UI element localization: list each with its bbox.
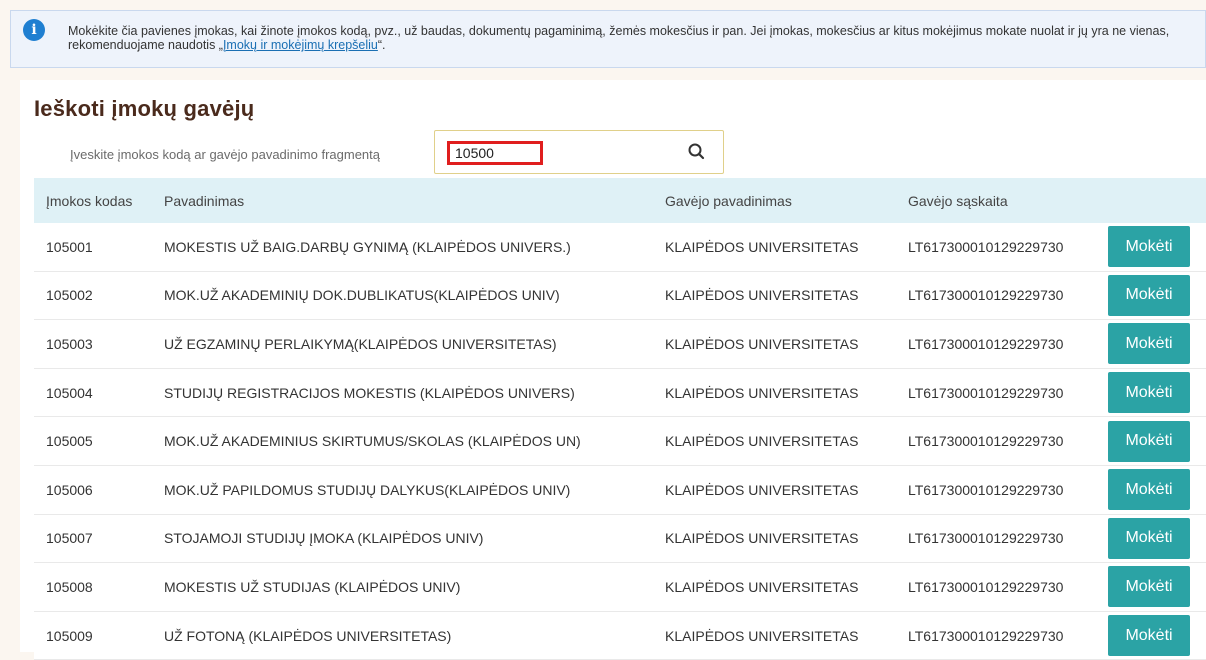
page-title: Ieškoti įmokų gavėjų	[34, 96, 255, 121]
cell-recipient: KLAIPĖDOS UNIVERSITETAS	[665, 384, 859, 401]
cell-recipient: KLAIPĖDOS UNIVERSITETAS	[665, 627, 859, 644]
info-icon: i	[23, 19, 45, 41]
cell-name: MOKESTIS UŽ BAIG.DARBŲ GYNIMĄ (KLAIPĖDOS…	[164, 238, 571, 255]
search-label: Įveskite įmokos kodą ar gavėjo pavadinim…	[70, 147, 380, 162]
table-row: 105001 MOKESTIS UŽ BAIG.DARBŲ GYNIMĄ (KLA…	[34, 223, 1206, 272]
pay-button[interactable]: Mokėti	[1108, 274, 1190, 316]
cell-action: Mokėti	[1108, 469, 1206, 511]
cell-code: 105006	[46, 481, 93, 498]
info-banner: i Mokėkite čia pavienes įmokas, kai žino…	[10, 10, 1206, 68]
cell-code: 105003	[46, 335, 93, 352]
info-text: Mokėkite čia pavienes įmokas, kai žinote…	[68, 24, 1198, 52]
cell-recipient: KLAIPĖDOS UNIVERSITETAS	[665, 238, 859, 255]
header-code: Įmokos kodas	[46, 192, 133, 209]
cell-code: 105009	[46, 627, 93, 644]
cell-name: MOK.UŽ AKADEMINIŲ DOK.DUBLIKATUS(KLAIPĖD…	[164, 287, 560, 304]
search-icon	[688, 143, 705, 160]
header-recipient: Gavėjo pavadinimas	[665, 192, 792, 209]
cell-recipient: KLAIPĖDOS UNIVERSITETAS	[665, 530, 859, 547]
table-row: 105009 UŽ FOTONĄ (KLAIPĖDOS UNIVERSITETAS…	[34, 611, 1206, 660]
cell-code: 105002	[46, 287, 93, 304]
cell-name: UŽ FOTONĄ (KLAIPĖDOS UNIVERSITETAS)	[164, 627, 452, 644]
cell-action: Mokėti	[1108, 420, 1206, 462]
cell-account: LT617300010129229730	[908, 238, 1064, 255]
cell-recipient: KLAIPĖDOS UNIVERSITETAS	[665, 433, 859, 450]
info-text-end: “.	[377, 38, 386, 52]
cell-name: STOJAMOJI STUDIJŲ ĮMOKA (KLAIPĖDOS UNIV)	[164, 530, 484, 547]
cell-account: LT617300010129229730	[908, 287, 1064, 304]
cell-account: LT617300010129229730	[908, 335, 1064, 352]
table-header: Įmokos kodas Pavadinimas Gavėjo pavadini…	[34, 178, 1206, 223]
pay-button[interactable]: Mokėti	[1108, 226, 1190, 268]
cell-action: Mokėti	[1108, 517, 1206, 559]
cell-name: MOK.UŽ PAPILDOMUS STUDIJŲ DALYKUS(KLAIPĖ…	[164, 481, 571, 498]
table-row: 105003 UŽ EGZAMINŲ PERLAIKYMĄ(KLAIPĖDOS U…	[34, 320, 1206, 369]
table-row: 105006 MOK.UŽ PAPILDOMUS STUDIJŲ DALYKUS(…	[34, 465, 1206, 515]
pay-button[interactable]: Mokėti	[1108, 372, 1190, 414]
table-row: 105002 MOK.UŽ AKADEMINIŲ DOK.DUBLIKATUS(K…	[34, 271, 1206, 321]
header-name: Pavadinimas	[164, 192, 245, 209]
pay-button[interactable]: Mokėti	[1108, 517, 1190, 559]
header-account: Gavėjo sąskaita	[908, 192, 1008, 209]
basket-link[interactable]: Įmokų ir mokėjimų krepšeliu	[223, 38, 378, 52]
cell-recipient: KLAIPĖDOS UNIVERSITETAS	[665, 287, 859, 304]
pay-button[interactable]: Mokėti	[1108, 420, 1190, 462]
table-row: 105007 STOJAMOJI STUDIJŲ ĮMOKA (KLAIPĖDOS…	[34, 514, 1206, 564]
search-button[interactable]	[685, 140, 709, 164]
cell-name: STUDIJŲ REGISTRACIJOS MOKESTIS (KLAIPĖDO…	[164, 384, 575, 401]
cell-action: Mokėti	[1108, 566, 1206, 608]
pay-button[interactable]: Mokėti	[1108, 566, 1190, 608]
table-body: 105001 MOKESTIS UŽ BAIG.DARBŲ GYNIMĄ (KLA…	[34, 223, 1206, 660]
table-row: 105004 STUDIJŲ REGISTRACIJOS MOKESTIS (KL…	[34, 368, 1206, 418]
cell-code: 105005	[46, 433, 93, 450]
cell-code: 105004	[46, 384, 93, 401]
cell-code: 105001	[46, 238, 93, 255]
cell-recipient: KLAIPĖDOS UNIVERSITETAS	[665, 481, 859, 498]
cell-name: UŽ EGZAMINŲ PERLAIKYMĄ(KLAIPĖDOS UNIVERS…	[164, 335, 557, 352]
cell-account: LT617300010129229730	[908, 481, 1064, 498]
cell-code: 105008	[46, 578, 93, 595]
cell-recipient: KLAIPĖDOS UNIVERSITETAS	[665, 578, 859, 595]
cell-account: LT617300010129229730	[908, 433, 1064, 450]
cell-action: Mokėti	[1108, 323, 1206, 365]
cell-action: Mokėti	[1108, 274, 1206, 316]
table-row: 105005 MOK.UŽ AKADEMINIUS SKIRTUMUS/SKOLA…	[34, 417, 1206, 466]
cell-account: LT617300010129229730	[908, 627, 1064, 644]
recipients-table: Įmokos kodas Pavadinimas Gavėjo pavadini…	[34, 178, 1206, 660]
pay-button[interactable]: Mokėti	[1108, 469, 1190, 511]
cell-action: Mokėti	[1108, 372, 1206, 414]
cell-account: LT617300010129229730	[908, 578, 1064, 595]
search-box	[434, 130, 724, 174]
cell-account: LT617300010129229730	[908, 530, 1064, 547]
cell-name: MOK.UŽ AKADEMINIUS SKIRTUMUS/SKOLAS (KLA…	[164, 433, 581, 450]
search-input[interactable]	[447, 141, 543, 165]
cell-action: Mokėti	[1108, 615, 1206, 657]
table-row: 105008 MOKESTIS UŽ STUDIJAS (KLAIPĖDOS UN…	[34, 563, 1206, 612]
pay-button[interactable]: Mokėti	[1108, 615, 1190, 657]
pay-button[interactable]: Mokėti	[1108, 323, 1190, 365]
cell-account: LT617300010129229730	[908, 384, 1064, 401]
cell-action: Mokėti	[1108, 226, 1206, 268]
cell-name: MOKESTIS UŽ STUDIJAS (KLAIPĖDOS UNIV)	[164, 578, 461, 595]
cell-recipient: KLAIPĖDOS UNIVERSITETAS	[665, 335, 859, 352]
cell-code: 105007	[46, 530, 93, 547]
